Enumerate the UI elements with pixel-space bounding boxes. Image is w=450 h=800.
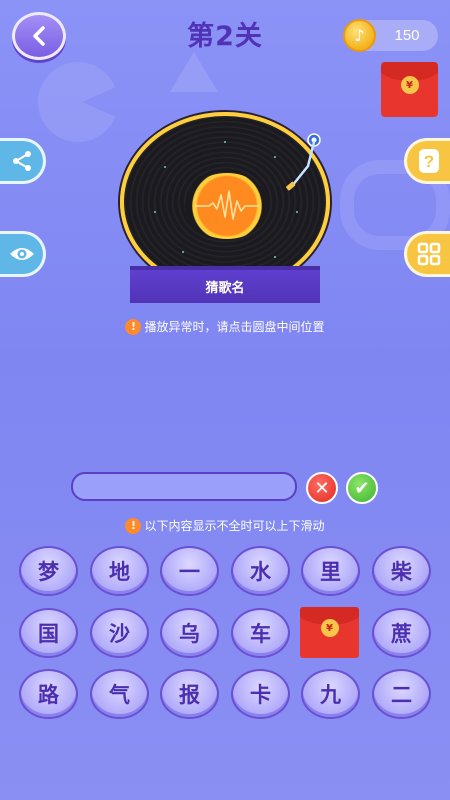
share-button[interactable] <box>0 138 46 184</box>
background-decoration <box>38 62 118 142</box>
share-icon <box>12 151 31 171</box>
scroll-hint-text: 以下内容显示不全时可以上下滑动 <box>144 519 325 533</box>
character-tile[interactable]: 报 <box>160 669 219 719</box>
character-tile[interactable]: 地 <box>90 546 149 596</box>
grid-icon <box>417 242 440 266</box>
confirm-answer-button[interactable]: ✔ <box>346 472 378 504</box>
character-tile[interactable]: 一 <box>160 546 219 596</box>
playback-hint-text: 播放异常时，请点击圆盘中间位置 <box>144 320 325 334</box>
soundwave-icon <box>195 190 259 220</box>
red-envelope-tile[interactable]: ¥ <box>300 607 359 658</box>
character-tile[interactable]: 梦 <box>19 546 78 596</box>
answer-input[interactable] <box>71 472 297 501</box>
guess-song-banner: 猜歌名 <box>130 270 320 303</box>
yuan-seal-icon: ¥ <box>320 619 339 638</box>
background-decoration <box>170 52 218 92</box>
music-coin-icon: ♪ <box>343 19 376 52</box>
character-tile[interactable]: 路 <box>19 669 78 719</box>
character-tile[interactable]: 里 <box>301 546 360 596</box>
character-tile[interactable]: 九 <box>301 669 360 719</box>
coin-count: 150 <box>394 27 420 44</box>
help-button[interactable]: ? <box>404 138 450 184</box>
clear-answer-button[interactable]: ✕ <box>306 472 338 504</box>
tonearm-icon <box>286 133 321 191</box>
question-icon: ? <box>418 149 439 173</box>
character-tile[interactable]: 气 <box>90 669 149 719</box>
warning-icon: ! <box>125 318 142 335</box>
menu-grid-button[interactable] <box>404 231 450 277</box>
red-envelope-button[interactable]: ¥ <box>381 62 438 117</box>
yuan-seal-icon: ¥ <box>400 76 419 95</box>
eye-icon <box>9 248 34 260</box>
scroll-hint: ! 以下内容显示不全时可以上下滑动 <box>0 517 450 534</box>
character-tile[interactable]: 柴 <box>372 546 431 596</box>
character-tile[interactable]: 卡 <box>231 669 290 719</box>
character-tile[interactable]: 乌 <box>160 608 219 658</box>
character-tile[interactable]: 国 <box>19 608 78 658</box>
check-icon: ✔ <box>354 477 370 499</box>
character-tile[interactable]: 车 <box>231 608 290 658</box>
record-center-label[interactable] <box>185 173 269 239</box>
reveal-button[interactable] <box>0 231 46 277</box>
character-tile[interactable]: 蔗 <box>372 608 431 658</box>
character-tile[interactable]: 二 <box>372 669 431 719</box>
svg-text:?: ? <box>423 152 433 171</box>
warning-icon: ! <box>125 517 142 534</box>
character-tile[interactable]: 沙 <box>90 608 149 658</box>
close-icon: ✕ <box>314 477 330 499</box>
character-tile[interactable]: 水 <box>231 546 290 596</box>
playback-hint: ! 播放异常时，请点击圆盘中间位置 <box>0 318 450 335</box>
coin-counter: ♪ 150 <box>343 19 438 52</box>
